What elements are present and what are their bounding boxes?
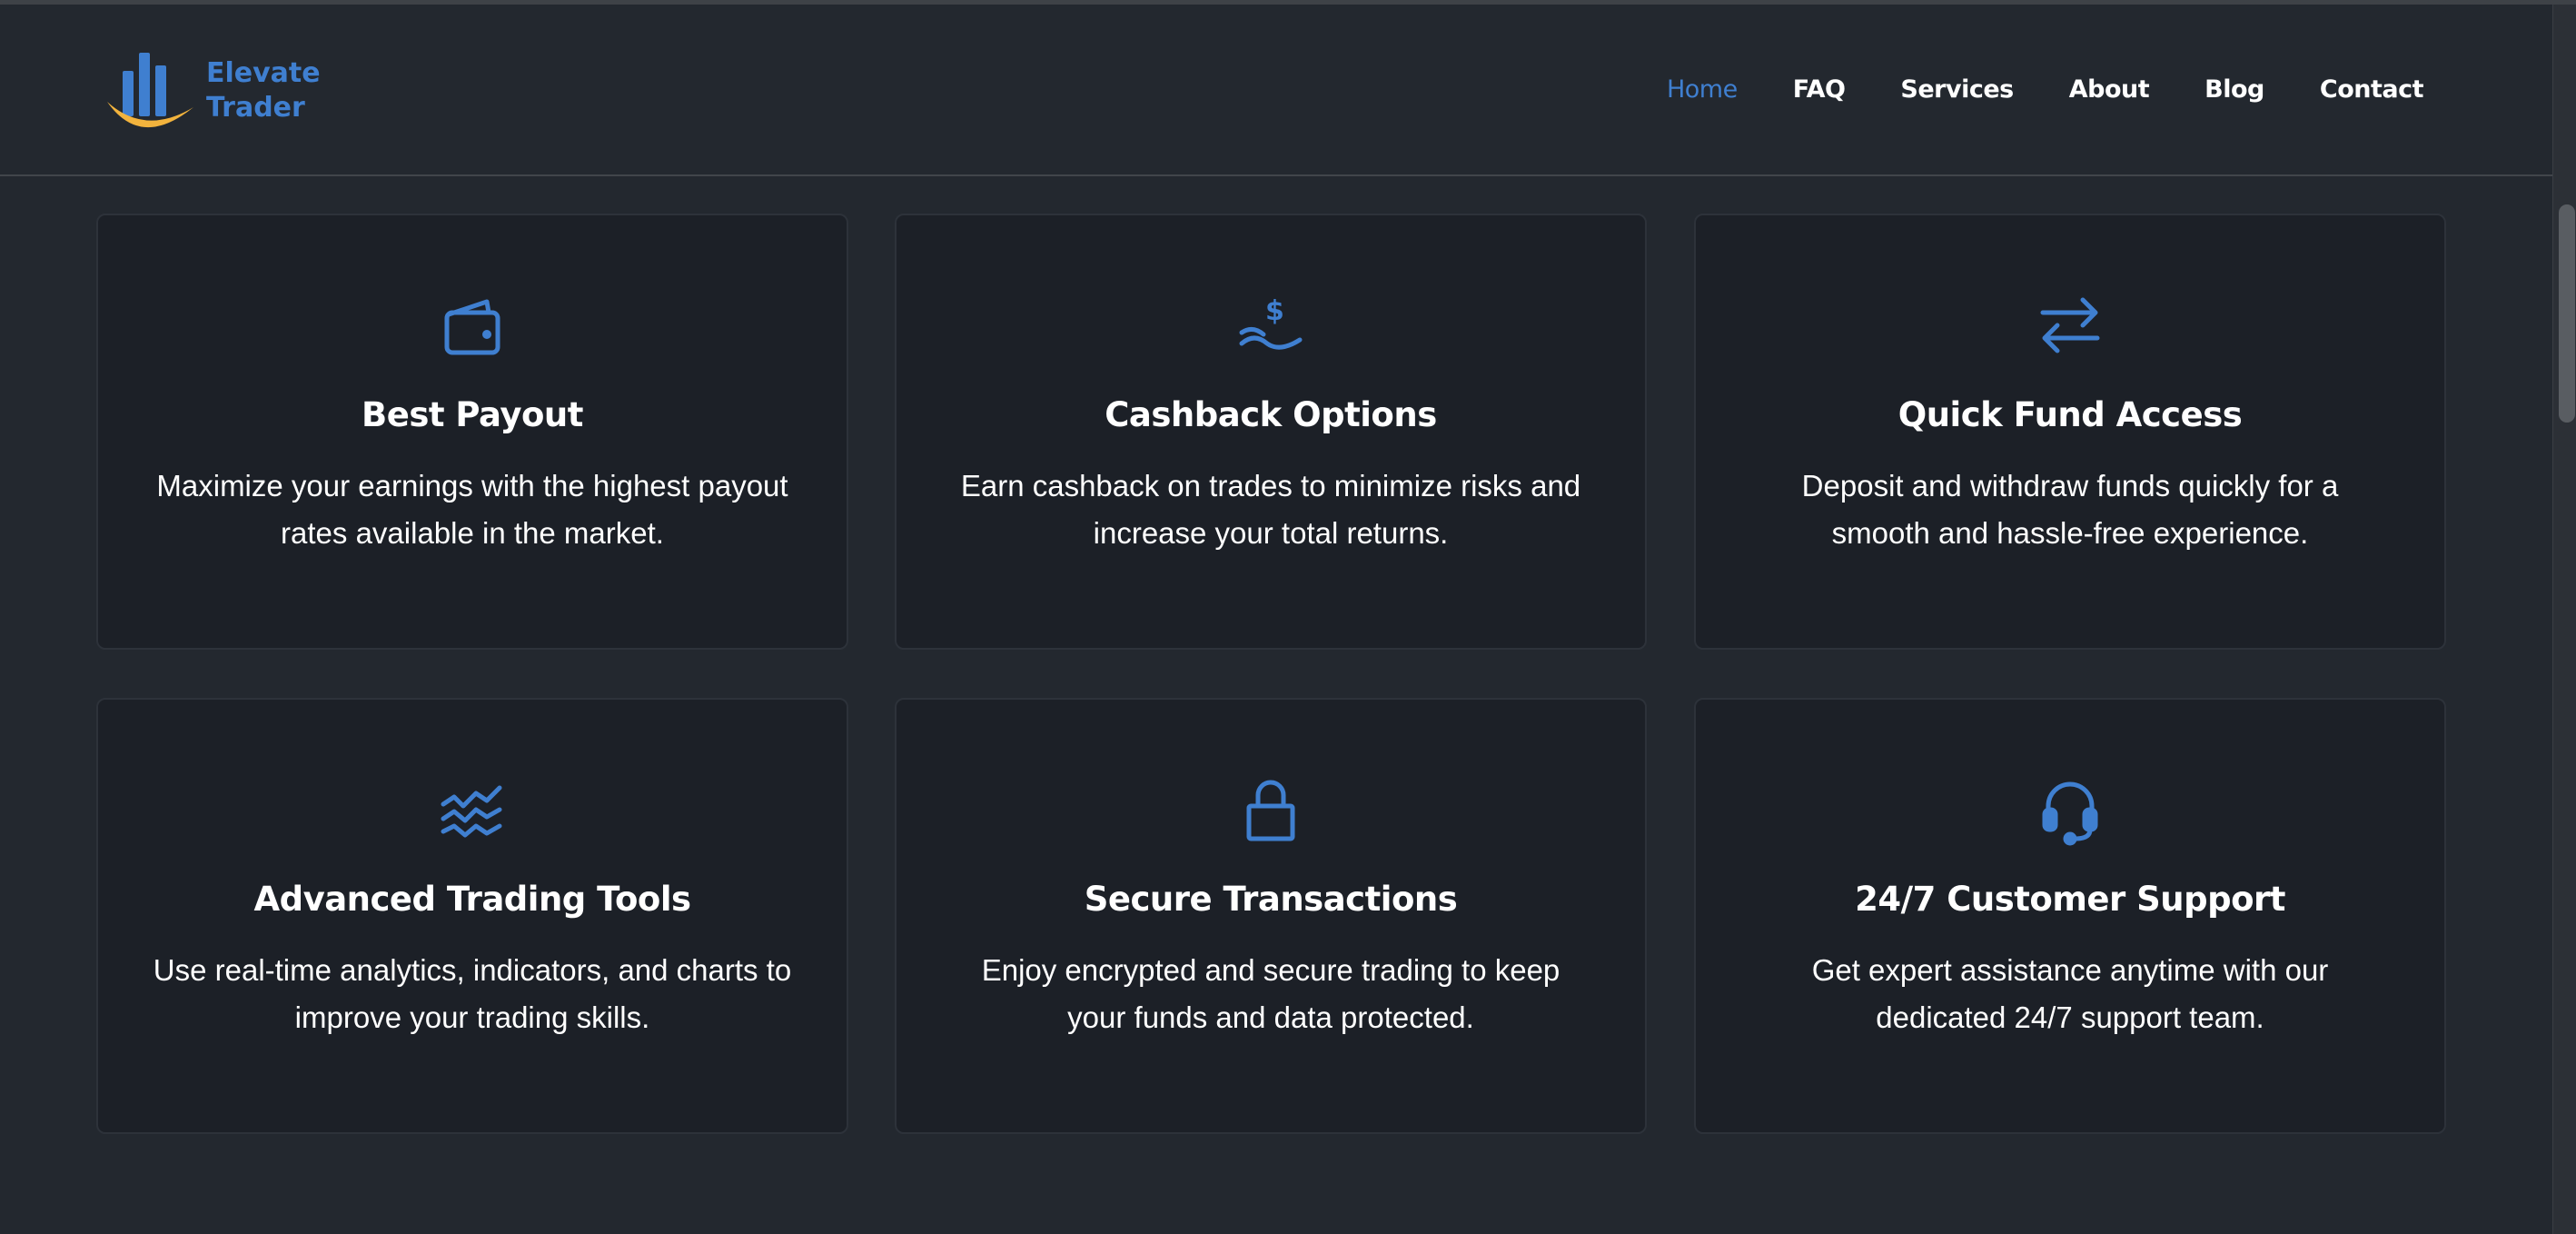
card-description: Get expert assistance anytime with our d… [1811, 953, 2329, 1034]
nav-services[interactable]: Services [1900, 75, 2014, 104]
card-description: Enjoy encrypted and secure trading to ke… [981, 953, 1560, 1034]
nav-faq[interactable]: FAQ [1793, 75, 1846, 104]
card-description: Maximize your earnings with the highest … [156, 469, 788, 550]
scrollbar-track[interactable] [2552, 5, 2576, 1234]
lock-icon [897, 777, 1645, 842]
card-title: Best Payout [362, 395, 583, 434]
card-title: Quick Fund Access [1897, 395, 2243, 434]
brand-logo[interactable]: Elevate Trader [104, 45, 341, 145]
main-nav: Home FAQ Services About Blog Contact [1611, 5, 2424, 174]
nav-contact[interactable]: Contact [2320, 75, 2424, 104]
logo-mark-icon [107, 53, 193, 128]
brand-line-1: Elevate [206, 57, 321, 89]
feature-card-advanced-trading-tools: Advanced Trading Tools Use real-time ana… [96, 698, 848, 1134]
wallet-icon [98, 293, 847, 358]
card-title: Advanced Trading Tools [253, 880, 691, 919]
nav-about[interactable]: About [2069, 75, 2150, 104]
transfer-arrows-icon [1696, 293, 2444, 358]
headset-icon [1696, 777, 2444, 846]
brand-line-2: Trader [206, 92, 305, 124]
feature-card-customer-support: 24/7 Customer Support Get expert assista… [1694, 698, 2446, 1134]
brand-name: Elevate Trader [206, 56, 321, 125]
nav-blog[interactable]: Blog [2204, 75, 2264, 104]
card-title: 24/7 Customer Support [1855, 880, 2285, 919]
cashback-hand-dollar-icon: $ [897, 293, 1645, 358]
feature-card-best-payout: Best Payout Maximize your earnings with … [96, 214, 848, 650]
nav-home[interactable]: Home [1667, 75, 1738, 104]
site-header: Elevate Trader Home FAQ Services About B… [0, 5, 2552, 176]
scrollbar-thumb[interactable] [2559, 204, 2575, 423]
feature-card-quick-fund-access: Quick Fund Access Deposit and withdraw f… [1694, 214, 2446, 650]
trading-lines-icon [98, 777, 847, 842]
feature-card-cashback-options: $ Cashback Options Earn cashback on trad… [895, 214, 1647, 650]
card-description: Use real-time analytics, indicators, and… [153, 953, 792, 1034]
card-description: Deposit and withdraw funds quickly for a… [1801, 469, 2339, 550]
card-description: Earn cashback on trades to minimize risk… [960, 469, 1581, 550]
feature-card-secure-transactions: Secure Transactions Enjoy encrypted and … [895, 698, 1647, 1134]
svg-text:$: $ [1265, 295, 1284, 327]
card-title: Secure Transactions [1084, 880, 1458, 919]
card-title: Cashback Options [1105, 395, 1437, 434]
